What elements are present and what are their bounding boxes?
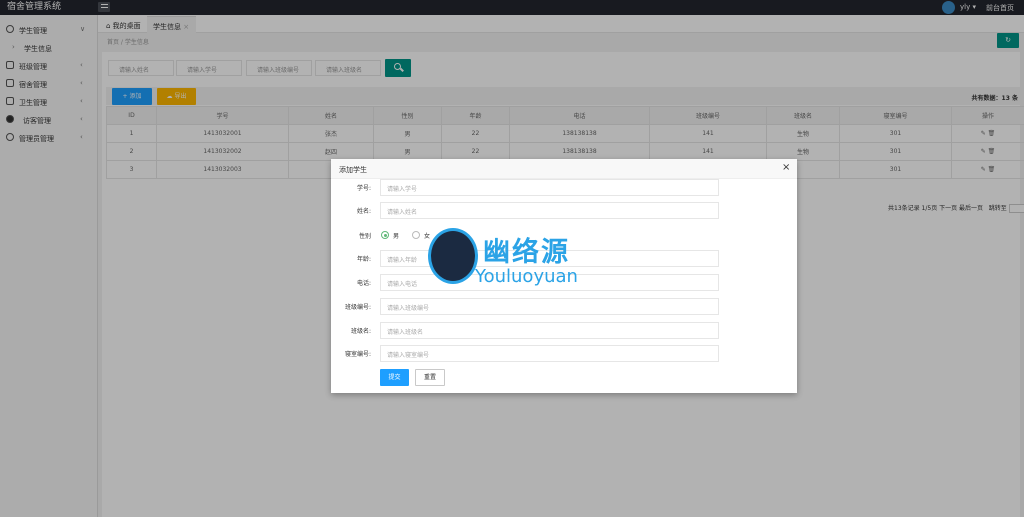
submit-button[interactable]: 提交 xyxy=(380,369,409,386)
form-row-id: 学号: 请输入学号 xyxy=(331,179,797,197)
watermark-text-cn: 幽络源 xyxy=(483,237,570,268)
dialog-header: 添加学生 × xyxy=(331,159,797,179)
watermark-text-en: Youluoyuan xyxy=(475,266,578,287)
form-row-class-name: 班级名: 请输入班级名 xyxy=(331,322,797,340)
gender-female-radio[interactable] xyxy=(412,231,420,239)
close-icon[interactable]: × xyxy=(782,162,790,173)
student-id-field[interactable]: 请输入学号 xyxy=(380,179,719,196)
watermark: 幽络源 Youluoyuan xyxy=(428,228,608,288)
watermark-logo-icon xyxy=(428,228,478,284)
dialog-title: 添加学生 xyxy=(339,166,367,174)
form-row-name: 姓名: 请输入姓名 xyxy=(331,202,797,220)
class-name-field[interactable]: 请输入班级名 xyxy=(380,322,719,339)
dorm-no-field[interactable]: 请输入寝室编号 xyxy=(380,345,719,362)
gender-male-radio[interactable] xyxy=(381,231,389,239)
class-no-field[interactable]: 请输入班级编号 xyxy=(380,298,719,315)
student-name-field[interactable]: 请输入姓名 xyxy=(380,202,719,219)
reset-button[interactable]: 重置 xyxy=(415,369,445,386)
form-row-class-no: 班级编号: 请输入班级编号 xyxy=(331,298,797,316)
form-row-dorm: 寝室编号: 请输入寝室编号 xyxy=(331,345,797,363)
